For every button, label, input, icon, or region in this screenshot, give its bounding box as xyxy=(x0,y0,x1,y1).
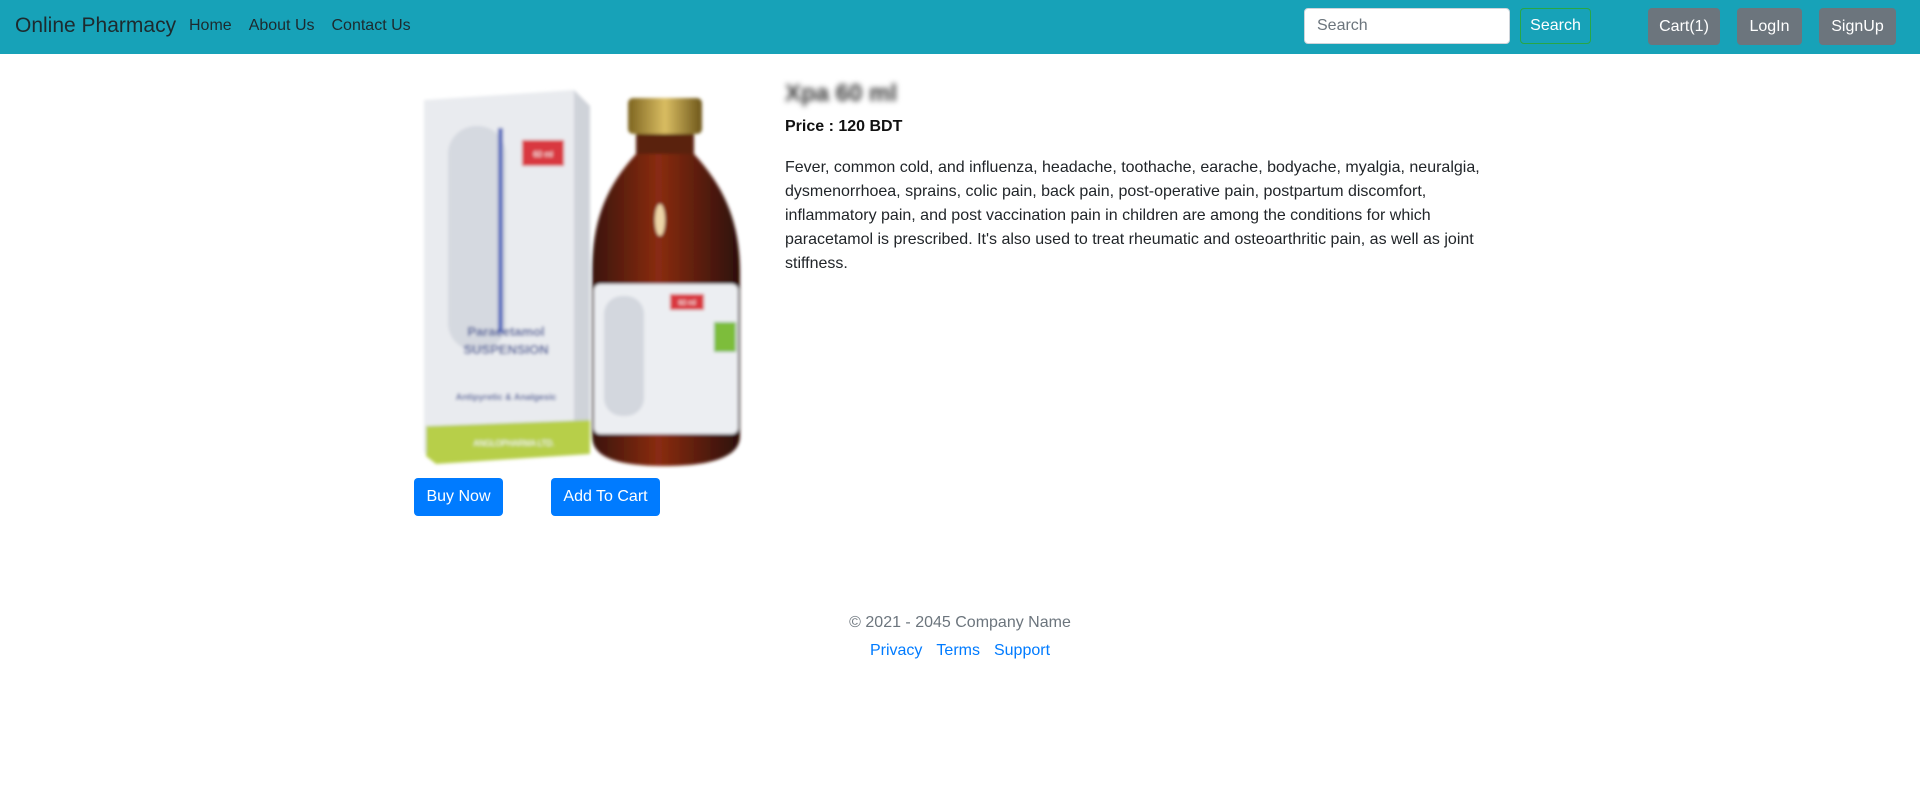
signup-button[interactable]: SignUp xyxy=(1819,8,1896,45)
brand-logo-link[interactable]: Online Pharmacy xyxy=(15,14,176,38)
nav-links: Home About Us Contact Us xyxy=(189,17,411,35)
footer-copyright: © 2021 - 2045 Company Name xyxy=(849,614,1071,631)
search-input[interactable] xyxy=(1304,8,1510,44)
login-button[interactable]: LogIn xyxy=(1737,8,1802,45)
bottle-volume-label: 60 ml xyxy=(678,300,696,307)
product-image: 60 ml Paracetamol SUSPENSION Antipyretic… xyxy=(414,84,748,469)
product-title: Xpa 60 ml xyxy=(785,80,898,107)
nav-link-home[interactable]: Home xyxy=(189,17,232,35)
box-subtitle: Antipyretic & Analgesic xyxy=(456,392,557,402)
search-button[interactable]: Search xyxy=(1520,8,1591,44)
cart-button[interactable]: Cart(1) xyxy=(1648,8,1720,45)
product-description: Fever, common cold, and influenza, heada… xyxy=(785,159,1480,272)
top-navbar: Online Pharmacy Home About Us Contact Us… xyxy=(0,0,1920,54)
add-to-cart-button[interactable]: Add To Cart xyxy=(551,478,660,516)
box-maker: ANGLOPHARMA LTD. xyxy=(474,439,555,448)
box-name-line2: SUSPENSION xyxy=(463,342,548,357)
buy-now-button[interactable]: Buy Now xyxy=(414,478,503,516)
box-volume-label: 60 ml xyxy=(533,150,553,159)
footer-link-support[interactable]: Support xyxy=(994,642,1050,660)
medicine-photo: 60 ml Paracetamol SUSPENSION Antipyretic… xyxy=(424,90,740,466)
box-name-line1: Paracetamol xyxy=(467,324,544,339)
footer-link-terms[interactable]: Terms xyxy=(936,642,980,660)
footer-link-privacy[interactable]: Privacy xyxy=(870,642,922,660)
nav-link-about-us[interactable]: About Us xyxy=(249,17,315,35)
product-price: Price : 120 BDT xyxy=(785,118,903,135)
nav-link-contact-us[interactable]: Contact Us xyxy=(332,17,411,35)
footer-links: Privacy Terms Support xyxy=(0,642,1920,660)
